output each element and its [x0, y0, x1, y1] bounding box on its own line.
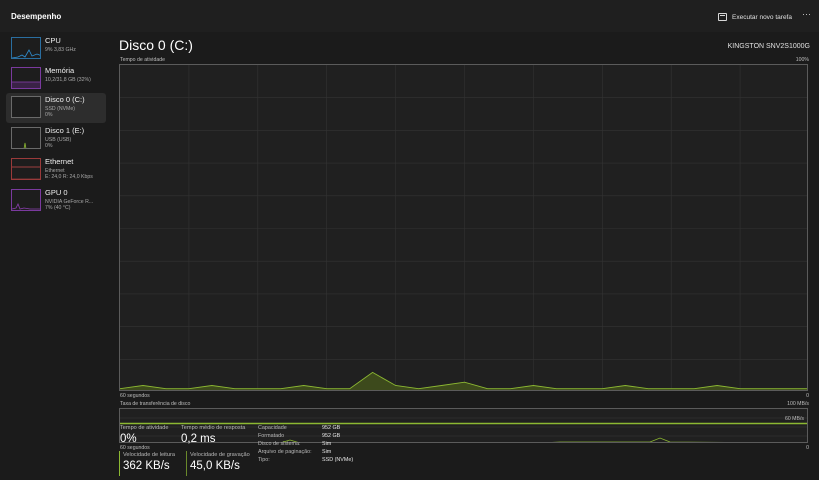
page-title: Desempenho [11, 12, 62, 21]
sidebar-item-label: CPU [45, 36, 61, 45]
sidebar-item-label: Ethernet [45, 157, 74, 166]
sidebar-item-detail: 10,2/31,8 GB (32%) [45, 77, 91, 83]
disk-title: Disco 0 (C:) [119, 37, 193, 53]
read-speed-value: 362 KB/s [123, 460, 170, 472]
response-time-value: 0,2 ms [181, 433, 216, 445]
activity-graph-max: 100% [795, 57, 809, 63]
page-file-label: Arquivo de paginação: [258, 449, 312, 455]
run-new-task-label: Executar novo tarefa [732, 13, 792, 21]
active-time-label: Tempo de atividade [120, 425, 169, 431]
disk-1-thumbnail-graph [11, 127, 41, 149]
response-time-label: Tempo médio de resposta [181, 425, 246, 431]
transfer-graph-min: 0 [806, 445, 809, 451]
system-disk-label: Disco de sistema: [258, 441, 301, 447]
formatted-value: 952 GB [322, 433, 341, 439]
memory-thumbnail-graph [11, 67, 41, 89]
ethernet-thumbnail-graph [11, 158, 41, 180]
write-speed-label: Velocidade de gravação [190, 452, 250, 458]
disk-model: KINGSTON SNV2S1000G [727, 43, 810, 50]
sidebar-item-gpu-0[interactable]: GPU 0 NVIDIA GeForce R... 7% (40 °C) [6, 186, 106, 216]
performance-sidebar: CPU 9% 3,83 GHz Memória 10,2/31,8 GB (32… [0, 32, 110, 480]
activity-grid [120, 65, 807, 390]
active-time-value: 0% [120, 433, 137, 445]
sidebar-item-label: Disco 1 (E:) [45, 126, 85, 135]
formatted-label: Formatado [258, 433, 285, 439]
sidebar-item-memory[interactable]: Memória 10,2/31,8 GB (32%) [6, 64, 106, 94]
sidebar-item-detail: 0% [45, 112, 53, 118]
disk-details-panel: Disco 0 (C:) KINGSTON SNV2S1000G Tempo d… [110, 32, 819, 480]
capacity-label: Capacidade [258, 425, 287, 431]
disk-type-value: SSD (NVMe) [322, 457, 354, 463]
sidebar-item-label: GPU 0 [45, 188, 68, 197]
transfer-reference-label: 60 MB/s [784, 416, 804, 422]
sidebar-item-detail: 0% [45, 143, 53, 149]
sidebar-item-label: Memória [45, 66, 75, 75]
gpu-thumbnail-graph [11, 189, 41, 211]
capacity-value: 952 GB [322, 425, 341, 431]
activity-graph-label: Tempo de atividade [120, 57, 165, 63]
disk-type-label: Tipo: [258, 457, 270, 463]
sidebar-item-label: Disco 0 (C:) [45, 95, 85, 104]
transfer-time-span: 60 segundos [120, 445, 150, 451]
page-file-value: Sim [322, 449, 332, 455]
transfer-graph-label: Taxa de transferência de disco [120, 401, 191, 407]
more-options-icon[interactable]: ··· [802, 9, 811, 19]
activity-time-chart [120, 65, 807, 390]
sidebar-item-cpu[interactable]: CPU 9% 3,83 GHz [6, 34, 106, 64]
transfer-graph-max: 100 MB/s [787, 401, 809, 407]
activity-area [120, 372, 807, 390]
cpu-thumbnail-graph [11, 37, 41, 59]
read-speed-label: Velocidade de leitura [123, 452, 175, 458]
activity-time-graph [119, 64, 808, 391]
disk-0-thumbnail-graph [11, 96, 41, 118]
sidebar-item-detail: 7% (40 °C) [45, 205, 71, 211]
header-bar: Desempenho Executar novo tarefa ··· [0, 0, 819, 32]
system-disk-value: Sim [322, 441, 332, 447]
run-new-task-button[interactable]: Executar novo tarefa [718, 11, 792, 23]
sidebar-item-disk-1[interactable]: Disco 1 (E:) USB (USB) 0% [6, 124, 106, 154]
sidebar-item-detail: E: 24,0 R: 24,0 Kbps [45, 174, 93, 180]
sidebar-item-ethernet[interactable]: Ethernet Ethernet E: 24,0 R: 24,0 Kbps [6, 155, 106, 185]
sidebar-item-disk-0[interactable]: Disco 0 (C:) SSD (NVMe) 0% [6, 93, 106, 123]
activity-graph-min: 0 [806, 393, 809, 399]
write-speed-value: 45,0 KB/s [190, 460, 240, 472]
write-speed-indicator [186, 451, 187, 476]
transfer-read-line [281, 437, 726, 442]
run-task-icon [718, 13, 727, 21]
sidebar-item-detail: 9% 3,83 GHz [45, 47, 76, 53]
read-speed-indicator [119, 451, 120, 476]
activity-time-span: 60 segundos [120, 393, 150, 399]
